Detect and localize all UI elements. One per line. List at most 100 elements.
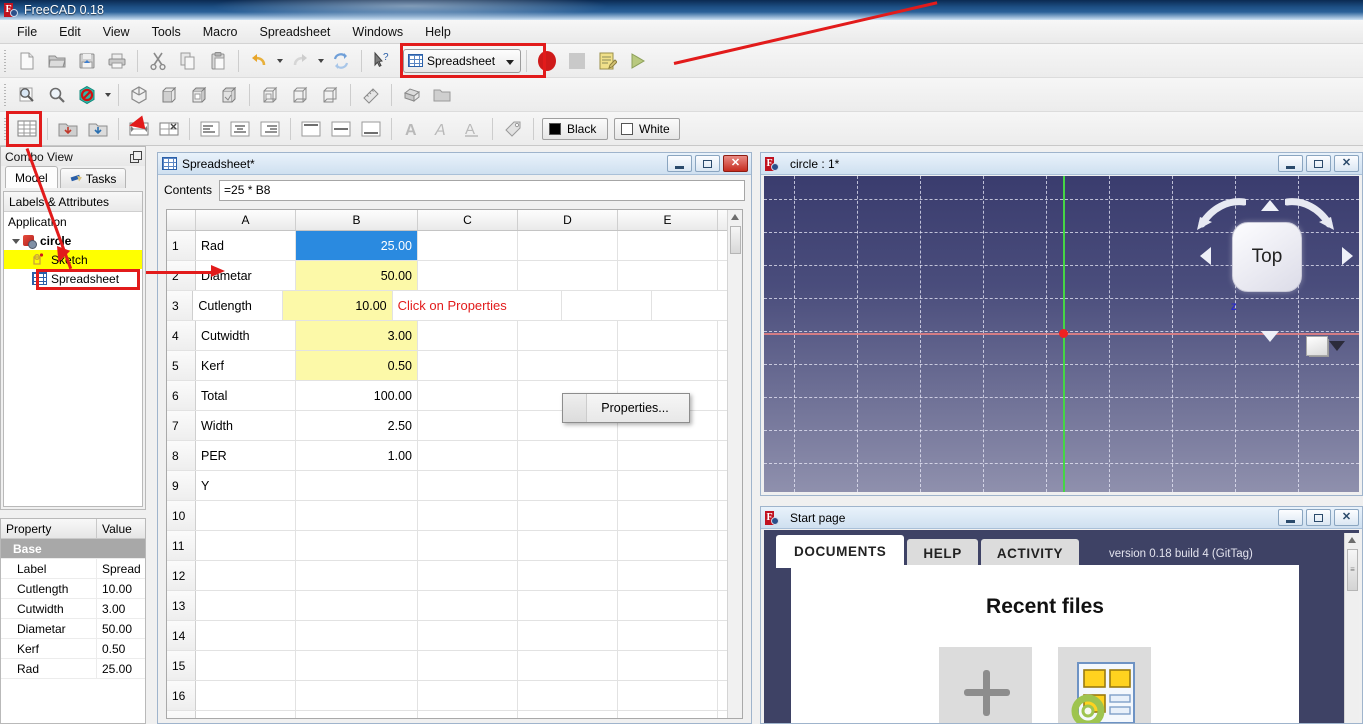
draw-style-icon[interactable]	[73, 81, 101, 109]
tab-activity[interactable]: ACTIVITY	[980, 539, 1080, 568]
toolbar-grip[interactable]	[2, 117, 9, 140]
new-file-thumb[interactable]	[939, 647, 1032, 723]
nav-arrow-right-icon[interactable]	[1342, 247, 1353, 265]
menu-spreadsheet[interactable]: Spreadsheet	[249, 22, 342, 42]
measure-icon[interactable]	[357, 81, 385, 109]
cell-d5[interactable]	[518, 351, 618, 380]
cell-b12[interactable]	[296, 561, 418, 590]
context-menu-item-properties[interactable]: Properties...	[587, 401, 689, 415]
cell-c8[interactable]	[418, 441, 518, 470]
copy-icon[interactable]	[174, 47, 202, 75]
property-value[interactable]: 25.00	[97, 659, 145, 678]
cell-b2[interactable]: 50.00	[296, 261, 418, 290]
scrollbar-thumb[interactable]	[730, 226, 741, 254]
cell-a14[interactable]	[196, 621, 296, 650]
cell-b6[interactable]: 100.00	[296, 381, 418, 410]
redo-dropdown-caret[interactable]	[315, 47, 326, 75]
cell-d1[interactable]	[518, 231, 618, 260]
table-row[interactable]: 8 PER 1.00	[167, 441, 742, 471]
align-right-icon[interactable]	[256, 115, 284, 143]
cell-d9[interactable]	[518, 471, 618, 500]
close-icon[interactable]: ✕	[1334, 155, 1359, 172]
cut-icon[interactable]	[144, 47, 172, 75]
cell-c2[interactable]	[418, 261, 518, 290]
cell-c1[interactable]	[418, 231, 518, 260]
right-view-icon[interactable]	[215, 81, 243, 109]
table-row[interactable]: 12	[167, 561, 742, 591]
whats-this-icon[interactable]: ?	[368, 47, 396, 75]
background-color-button[interactable]: White	[614, 117, 680, 140]
refresh-icon[interactable]	[327, 47, 355, 75]
table-row[interactable]: 15	[167, 651, 742, 681]
scroll-up-icon[interactable]	[1348, 537, 1356, 543]
cell-b11[interactable]	[296, 531, 418, 560]
paste-icon[interactable]	[204, 47, 232, 75]
contents-input[interactable]	[219, 179, 745, 201]
top-view-icon[interactable]	[185, 81, 213, 109]
cell-a4[interactable]: Cutwidth	[196, 321, 296, 350]
cell-e13[interactable]	[618, 591, 718, 620]
property-value[interactable]: 3.00	[97, 599, 145, 618]
tab-help[interactable]: HELP	[907, 539, 978, 568]
row-header[interactable]: 6	[167, 381, 196, 410]
cell-a16[interactable]	[196, 681, 296, 710]
cell-d2[interactable]	[518, 261, 618, 290]
maximize-icon[interactable]	[695, 155, 720, 172]
draw-style-dropdown-caret[interactable]	[102, 81, 113, 109]
property-row-cutwidth[interactable]: Cutwidth 3.00	[1, 599, 145, 619]
cell-e14[interactable]	[618, 621, 718, 650]
column-header-b[interactable]: B	[296, 210, 418, 230]
import-spreadsheet-icon[interactable]	[54, 115, 82, 143]
tree-item-application[interactable]: Application	[4, 212, 142, 231]
cell-e12[interactable]	[618, 561, 718, 590]
tree-item-spreadsheet[interactable]: Spreadsheet	[4, 269, 142, 288]
row-header[interactable]: 13	[167, 591, 196, 620]
toolbar-grip[interactable]	[2, 83, 9, 106]
cell-a3[interactable]: Cutlength	[193, 291, 284, 320]
row-header[interactable]: 14	[167, 621, 196, 650]
cell-a9[interactable]: Y	[196, 471, 296, 500]
style-bold-icon[interactable]: A	[398, 115, 426, 143]
rear-view-icon[interactable]	[256, 81, 284, 109]
axonometric-view-icon[interactable]	[125, 81, 153, 109]
folder-icon[interactable]	[428, 81, 456, 109]
cell-e10[interactable]	[618, 501, 718, 530]
table-row[interactable]: 13	[167, 591, 742, 621]
cell-d4[interactable]	[518, 321, 618, 350]
row-header[interactable]: 3	[167, 291, 194, 320]
cell-d17[interactable]	[518, 711, 618, 718]
nav-rotate-ccw-icon[interactable]	[1196, 198, 1248, 237]
row-header[interactable]: 1	[167, 231, 196, 260]
align-top-icon[interactable]	[297, 115, 325, 143]
cell-c10[interactable]	[418, 501, 518, 530]
cell-e11[interactable]	[618, 531, 718, 560]
set-alias-icon[interactable]	[499, 115, 527, 143]
merge-cells-icon[interactable]	[125, 115, 153, 143]
3d-viewport[interactable]: Top Z	[764, 176, 1359, 492]
row-header[interactable]: 10	[167, 501, 196, 530]
start-page-vertical-scrollbar[interactable]: ≡	[1344, 533, 1359, 723]
cell-e2[interactable]	[618, 261, 718, 290]
redo-icon[interactable]	[286, 47, 314, 75]
property-row-diametar[interactable]: Diametar 50.00	[1, 619, 145, 639]
nav-rotate-cw-icon[interactable]	[1283, 198, 1335, 237]
cell-d14[interactable]	[518, 621, 618, 650]
align-center-icon[interactable]	[226, 115, 254, 143]
tab-documents[interactable]: DOCUMENTS	[776, 535, 905, 568]
table-row[interactable]: 4 Cutwidth 3.00	[167, 321, 742, 351]
row-header[interactable]: 2	[167, 261, 196, 290]
table-row[interactable]: 9Y	[167, 471, 742, 501]
property-value[interactable]: Spread	[97, 559, 145, 578]
menu-macro[interactable]: Macro	[192, 22, 249, 42]
nav-arrow-down-icon[interactable]	[1261, 331, 1279, 342]
cell-b3[interactable]: 10.00	[283, 291, 393, 320]
row-header[interactable]: 7	[167, 411, 196, 440]
property-value[interactable]: 10.00	[97, 579, 145, 598]
cell-a7[interactable]: Width	[196, 411, 296, 440]
cell-a2[interactable]: Diametar	[196, 261, 296, 290]
cell-b1[interactable]: 25.00	[296, 231, 418, 260]
cell-c16[interactable]	[418, 681, 518, 710]
align-vcenter-icon[interactable]	[327, 115, 355, 143]
undock-icon[interactable]	[130, 151, 142, 163]
split-cell-icon[interactable]	[155, 115, 183, 143]
